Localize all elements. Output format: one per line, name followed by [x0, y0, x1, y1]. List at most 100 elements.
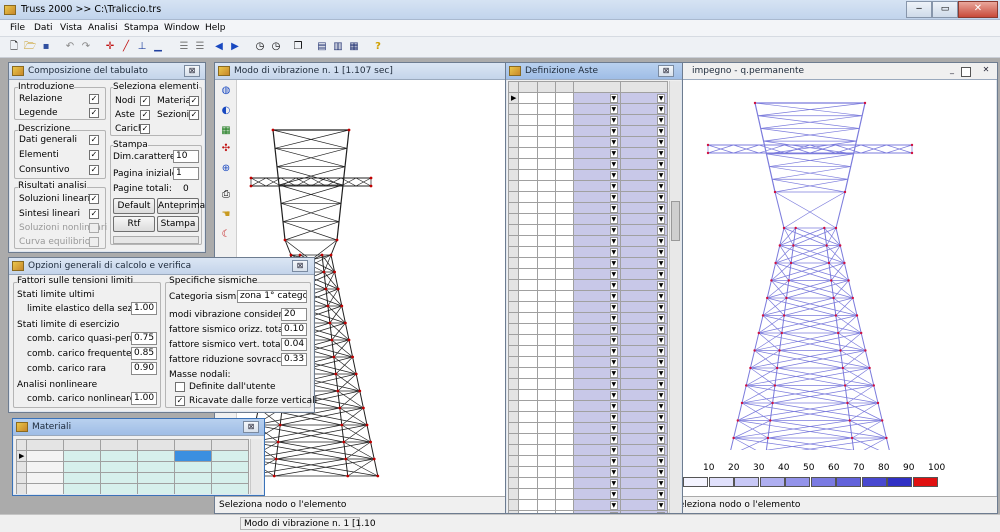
maximize-button[interactable]: ▭ — [932, 1, 958, 18]
materiali-cell[interactable] — [137, 472, 176, 484]
chevron-down-icon[interactable]: ▼ — [657, 456, 665, 466]
chevron-down-icon[interactable]: ▼ — [609, 291, 618, 301]
chevron-down-icon[interactable]: ▼ — [609, 269, 618, 279]
chevron-down-icon[interactable]: ▼ — [657, 401, 665, 411]
chevron-down-icon[interactable]: ▼ — [298, 302, 306, 303]
table-row[interactable]: ▶ ▼ ▼ — [508, 92, 668, 104]
copy-icon[interactable]: ❐ — [290, 40, 306, 55]
impegno-canvas[interactable] — [670, 80, 996, 450]
anteprima-button[interactable]: Anteprima — [157, 198, 205, 214]
materiali-cell[interactable] — [137, 483, 176, 494]
chevron-down-icon[interactable]: ▼ — [657, 137, 665, 147]
materiali-cell[interactable] — [174, 472, 212, 484]
table-row[interactable]: ▼▼ — [508, 422, 668, 434]
table-row[interactable]: ▼▼ — [508, 378, 668, 390]
materiali-cell[interactable] — [174, 483, 212, 494]
chevron-down-icon[interactable]: ▼ — [609, 368, 618, 378]
chevron-down-icon[interactable]: ▼ — [657, 192, 665, 202]
chevron-down-icon[interactable]: ▼ — [657, 214, 665, 224]
materiali-checkbox[interactable]: ✓ — [189, 96, 199, 106]
chevron-down-icon[interactable]: ▼ — [657, 357, 665, 367]
table-row[interactable]: ▼▼ — [508, 411, 668, 423]
materiali-cell[interactable] — [26, 461, 65, 473]
chevron-down-icon[interactable]: ▼ — [609, 445, 618, 455]
chevron-down-icon[interactable]: ▼ — [609, 203, 618, 213]
chevron-down-icon[interactable]: ▼ — [657, 467, 665, 477]
materiali-cell[interactable] — [211, 450, 249, 462]
table-row[interactable] — [16, 483, 249, 494]
chevron-down-icon[interactable]: ▼ — [657, 302, 665, 312]
table-row[interactable]: ▼▼ — [508, 213, 668, 225]
print-icon[interactable]: ⎙ — [218, 188, 234, 203]
table-row[interactable]: ▼▼ — [508, 477, 668, 489]
chevron-down-icon[interactable]: ▼ — [657, 258, 665, 268]
materiali-cell[interactable] — [100, 461, 139, 473]
chevron-down-icon[interactable]: ▼ — [609, 401, 618, 411]
table-row[interactable]: ▼▼ — [508, 455, 668, 467]
materiali-cell[interactable] — [26, 450, 65, 462]
carichi-checkbox[interactable]: ✓ — [140, 124, 150, 134]
tile-h-icon[interactable]: ▥ — [330, 40, 346, 55]
table-row[interactable]: ▼▼ — [508, 510, 668, 513]
tabulato-close-button[interactable]: ⊠ — [184, 65, 200, 77]
scroll-thumb[interactable] — [671, 201, 680, 241]
clock2-icon[interactable]: ◷ — [268, 40, 284, 55]
riduzione-input[interactable]: 0.33 — [281, 353, 307, 366]
chevron-down-icon[interactable]: ▼ — [657, 291, 665, 301]
materiali-cell[interactable] — [174, 461, 212, 473]
frequente-input[interactable]: 0.85 — [131, 347, 157, 360]
forward-arrow-icon[interactable]: ▶ — [227, 40, 243, 55]
chevron-down-icon[interactable]: ▼ — [657, 203, 665, 213]
bar-tool-icon[interactable]: ╱ — [118, 40, 134, 55]
load-tool-icon[interactable]: ⊥ — [134, 40, 150, 55]
nonlineare-input[interactable]: 1.00 — [131, 392, 157, 405]
materiali-close-button[interactable]: ⊠ — [243, 421, 259, 433]
aste-header[interactable] — [518, 81, 538, 93]
materiali-cell[interactable] — [100, 472, 139, 484]
table-row[interactable]: ▼▼ — [508, 433, 668, 445]
rara-input[interactable]: 0.90 — [131, 362, 157, 375]
sintesi-lineari-checkbox[interactable]: ✓ — [89, 209, 99, 219]
table-row[interactable]: ▼▼ — [508, 169, 668, 181]
chevron-down-icon[interactable]: ▼ — [609, 126, 618, 136]
pan-icon[interactable]: ✣ — [218, 142, 234, 157]
chevron-down-icon[interactable]: ▼ — [657, 346, 665, 356]
table-row[interactable]: ▼▼ — [508, 334, 668, 346]
materiali-header[interactable] — [63, 439, 102, 451]
table-row[interactable]: ▼▼ — [508, 147, 668, 159]
help-icon[interactable]: ? — [370, 40, 386, 55]
stampa-button[interactable]: Stampa — [157, 216, 199, 232]
aste-scrollbar[interactable] — [669, 81, 681, 513]
soluzioni-nonlineari-checkbox[interactable] — [89, 223, 99, 233]
open-folder-icon[interactable]: 🗁 — [22, 40, 38, 55]
table-row[interactable]: ▼▼ — [508, 356, 668, 368]
materiali-cell[interactable] — [100, 483, 139, 494]
chevron-down-icon[interactable]: ▼ — [657, 159, 665, 169]
chevron-down-icon[interactable]: ▼ — [657, 434, 665, 444]
chevron-down-icon[interactable]: ▼ — [609, 148, 618, 158]
materiali-cell[interactable] — [63, 472, 102, 484]
menu-dati[interactable]: Dati — [34, 23, 52, 33]
chevron-down-icon[interactable]: ▼ — [609, 236, 618, 246]
table-row[interactable]: ▼▼ — [508, 257, 668, 269]
quasi-perm-input[interactable]: 0.75 — [131, 332, 157, 345]
arc-icon[interactable]: ☾ — [218, 228, 234, 243]
sezioni-checkbox[interactable]: ✓ — [189, 110, 199, 120]
undo-icon[interactable]: ↶ — [62, 40, 78, 55]
new-file-icon[interactable]: 🗋 — [6, 40, 22, 55]
table-row[interactable]: ▼▼ — [508, 158, 668, 170]
table-row[interactable]: ▼▼ — [508, 466, 668, 478]
table-row[interactable] — [16, 472, 249, 484]
materiali-cell[interactable] — [137, 450, 176, 462]
vert-input[interactable]: 0.04 — [281, 338, 307, 351]
chevron-down-icon[interactable]: ▼ — [657, 335, 665, 345]
table-row[interactable]: ▼▼ — [508, 290, 668, 302]
zoom-icon[interactable]: ◍ — [218, 84, 234, 99]
view-icon[interactable]: ▦ — [218, 124, 234, 139]
chevron-down-icon[interactable]: ▼ — [657, 423, 665, 433]
chevron-down-icon[interactable]: ▼ — [657, 489, 665, 499]
materiali-cell[interactable] — [63, 461, 102, 473]
table-row[interactable]: ▼▼ — [508, 125, 668, 137]
materiali-header[interactable] — [137, 439, 176, 451]
table-row[interactable]: ▼▼ — [508, 224, 668, 236]
